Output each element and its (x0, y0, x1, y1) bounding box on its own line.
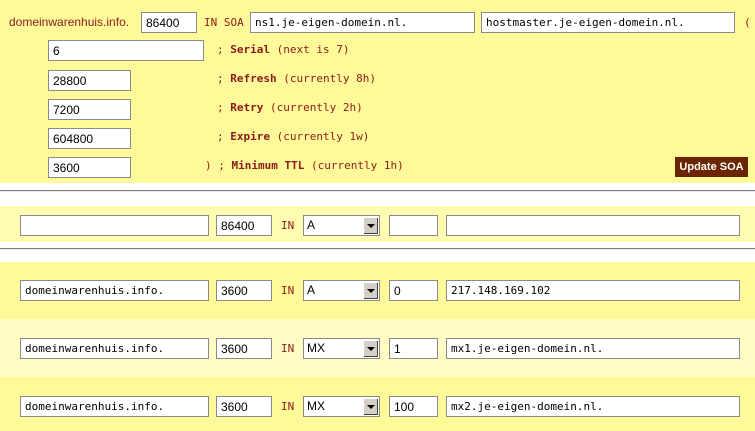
record-data-input[interactable] (446, 280, 740, 301)
zone-name-label: domeinwarenhuis.info. (9, 15, 130, 29)
record-in-label: IN (281, 284, 295, 297)
record-in-label: IN (281, 400, 295, 413)
chevron-down-icon[interactable] (363, 340, 378, 357)
selected-type: MX (307, 341, 325, 355)
record-name-input[interactable] (20, 280, 209, 301)
retry-label: ; Retry (currently 2h) (217, 101, 363, 114)
update-soa-button[interactable]: Update SOA (675, 157, 748, 177)
retry-input[interactable] (48, 99, 131, 120)
new-record-name-input[interactable] (20, 215, 209, 236)
record-in-label: IN (281, 342, 295, 355)
divider (0, 248, 755, 250)
expire-label: ; Expire (currently 1w) (217, 130, 370, 143)
selected-type: A (307, 283, 316, 297)
selected-type: A (307, 218, 316, 232)
hostmaster-input[interactable] (481, 12, 735, 33)
expire-input[interactable] (48, 128, 131, 149)
record-data-input[interactable] (446, 396, 740, 417)
new-record-type-select[interactable]: A (303, 215, 380, 236)
record-priority-input[interactable] (389, 338, 438, 359)
primary-ns-input[interactable] (250, 12, 475, 33)
record-priority-input[interactable] (389, 280, 438, 301)
record-data-input[interactable] (446, 338, 740, 359)
record-ttl-input[interactable] (216, 338, 272, 359)
refresh-label: ; Refresh (currently 8h) (217, 72, 376, 85)
record-name-input[interactable] (20, 338, 209, 359)
serial-input[interactable] (48, 40, 204, 61)
new-record-ttl-input[interactable] (216, 215, 272, 236)
selected-type: MX (307, 399, 325, 413)
chevron-down-icon[interactable] (363, 282, 378, 299)
new-record-in-label: IN (281, 219, 295, 232)
record-type-select[interactable]: MX (303, 338, 380, 359)
minimum-ttl-input[interactable] (48, 157, 131, 178)
divider (0, 190, 755, 192)
record-ttl-input[interactable] (216, 396, 272, 417)
record-ttl-input[interactable] (216, 280, 272, 301)
minimum-ttl-label: ) ; Minimum TTL (currently 1h) (205, 159, 404, 172)
chevron-down-icon[interactable] (363, 398, 378, 415)
in-soa-label: IN SOA (204, 16, 244, 29)
chevron-down-icon[interactable] (363, 217, 378, 234)
record-type-select[interactable]: A (303, 280, 380, 301)
record-name-input[interactable] (20, 396, 209, 417)
soa-ttl-input[interactable] (141, 12, 197, 33)
record-priority-input[interactable] (389, 396, 438, 417)
record-type-select[interactable]: MX (303, 396, 380, 417)
refresh-input[interactable] (48, 70, 131, 91)
serial-label: ; Serial (next is 7) (217, 43, 350, 56)
new-record-data-input[interactable] (446, 215, 740, 236)
new-record-priority-input[interactable] (389, 215, 438, 236)
open-paren: ( (744, 16, 751, 29)
